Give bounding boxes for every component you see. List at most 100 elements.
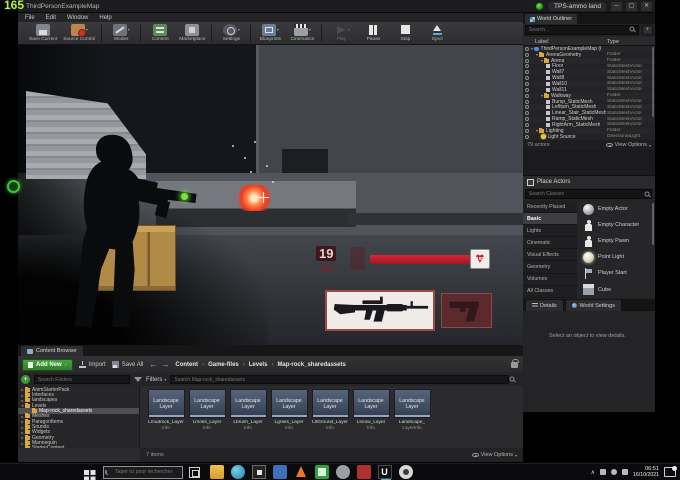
outliner-row[interactable]: Light Source DirectionalLight [523, 134, 655, 140]
source-control-button[interactable]: ▾ Source Control [63, 23, 95, 42]
paint-icon[interactable] [335, 465, 350, 479]
game-viewport[interactable]: 19 180 ♥ 100 [18, 45, 523, 345]
visibility-eye-icon[interactable] [525, 64, 529, 69]
store-icon[interactable] [251, 465, 266, 479]
lock-icon[interactable] [511, 358, 519, 368]
back-button[interactable]: ← [149, 360, 157, 369]
outliner-column-header[interactable]: Label Type [523, 37, 655, 46]
breadcrumb-segment[interactable]: Map-rock_sharedassets [277, 362, 345, 368]
save-current-button[interactable]: Save Current [29, 23, 57, 42]
epic-games-icon[interactable] [398, 465, 413, 480]
category-basic[interactable]: Basic [523, 213, 577, 226]
start-button[interactable] [84, 469, 89, 475]
asset-tile[interactable]: Landscape Layer Lgrass_Layer Info [269, 389, 309, 430]
battery-icon[interactable] [622, 469, 629, 475]
visibility-eye-icon[interactable] [525, 99, 529, 104]
category-recently-placed[interactable]: Recently Placed [523, 201, 577, 214]
expand-arrow-icon[interactable]: ▾ [541, 93, 543, 98]
volume-icon[interactable] [611, 469, 618, 475]
place-actors-header[interactable]: Place Actors [523, 175, 655, 188]
place-item-empty-character[interactable]: Empty Character [577, 217, 655, 233]
eject-button[interactable]: Eject [424, 23, 450, 42]
outliner-search-input[interactable] [525, 25, 639, 35]
place-item-cube[interactable]: Cube [577, 281, 655, 297]
visibility-eye-icon[interactable] [525, 122, 529, 127]
breadcrumb-segment[interactable]: Levels [249, 362, 268, 368]
visibility-eye-icon[interactable] [525, 111, 529, 116]
visibility-eye-icon[interactable] [525, 81, 529, 86]
network-icon[interactable] [600, 469, 607, 475]
action-center-icon[interactable] [664, 466, 677, 477]
folder-icon[interactable] [272, 465, 287, 479]
tab-world-settings[interactable]: World Settings [565, 300, 621, 311]
filter-funnel-icon[interactable] [134, 377, 142, 382]
visibility-eye-icon[interactable] [525, 87, 529, 92]
visibility-eye-icon[interactable] [525, 128, 529, 133]
visibility-eye-icon[interactable] [525, 117, 529, 122]
panel-splitter[interactable] [523, 150, 655, 175]
folder-search-input[interactable] [34, 375, 130, 384]
category-geometry[interactable]: Geometry [523, 261, 577, 274]
breadcrumb-segment[interactable]: Game-files [208, 362, 239, 368]
column-label[interactable]: Label [535, 39, 548, 45]
marketplace-button[interactable]: Marketplace [179, 23, 205, 42]
category-visual-effects[interactable]: Visual Effects [523, 249, 577, 262]
category-all-classes[interactable]: All Classes [523, 286, 577, 298]
menu-window[interactable]: Window [67, 15, 88, 21]
maximize-button[interactable]: ▢ [626, 1, 637, 11]
asset-tile[interactable]: Landscape Layer Lmudrock_Layer Info [146, 389, 186, 430]
place-item-point-light[interactable]: Point Light [577, 249, 655, 265]
taskbar-search-input[interactable] [103, 465, 183, 479]
menu-edit[interactable]: Edit [46, 15, 56, 21]
place-item-empty-actor[interactable]: Empty Actor [577, 201, 655, 217]
edge-icon[interactable] [230, 465, 245, 479]
filters-button[interactable]: Filters ▾ [146, 377, 166, 383]
office-icon[interactable] [314, 465, 329, 479]
visibility-eye-icon[interactable] [525, 46, 529, 51]
cb-view-options[interactable]: View Options ▾ [471, 452, 517, 458]
place-actors-scrollbar[interactable] [651, 203, 654, 245]
folder-startercontent[interactable]: ▸StarterContent [18, 445, 139, 448]
visibility-eye-icon[interactable] [525, 58, 529, 63]
save-all-button[interactable]: Save All [111, 361, 143, 368]
category-volumes[interactable]: Volumes [523, 274, 577, 286]
asset-tile[interactable]: Landscape Layer Lmoss_Layer Info [187, 389, 227, 430]
tab-world-outliner[interactable]: World Outliner [525, 14, 578, 24]
app-red-icon[interactable] [356, 465, 371, 479]
expand-arrow-icon[interactable]: ▾ [536, 128, 538, 133]
visibility-eye-icon[interactable] [525, 105, 529, 110]
menu-file[interactable]: File [25, 15, 35, 21]
visibility-eye-icon[interactable] [525, 134, 529, 139]
import-button[interactable]: Import [78, 361, 106, 368]
category-lights[interactable]: Lights [523, 225, 577, 238]
settings-button[interactable]: ▾ Settings [218, 23, 244, 42]
hidden-icons-caret[interactable]: ∧ [591, 469, 595, 476]
expand-arrow-icon[interactable]: ▾ [536, 52, 538, 57]
pause-button[interactable]: Pause [360, 23, 386, 42]
asset-search-input[interactable] [170, 375, 509, 384]
visibility-eye-icon[interactable] [525, 93, 529, 98]
blueprints-button[interactable]: ▾ Blueprints [257, 23, 283, 42]
asset-tile[interactable]: Landscape Layer Landscape_ LayerInfo [392, 389, 432, 430]
asset-tile[interactable]: Landscape Layer LltGround_Layer Info [310, 389, 350, 430]
visibility-eye-icon[interactable] [525, 76, 529, 81]
visibility-eye-icon[interactable] [525, 70, 529, 75]
column-type[interactable]: Type [607, 39, 619, 45]
forward-button[interactable]: → [161, 360, 169, 369]
asset-tile[interactable]: Landscape Layer Lbrush_Layer Info [228, 389, 268, 430]
unreal-engine-icon[interactable]: U [377, 465, 392, 480]
add-path-icon[interactable]: + [21, 375, 30, 384]
expand-arrow-icon[interactable]: ▾ [531, 46, 533, 51]
outliner-options-button[interactable]: + [642, 25, 653, 35]
close-button[interactable]: ✕ [641, 1, 652, 11]
menu-help[interactable]: Help [99, 15, 111, 21]
outliner-view-options[interactable]: View Options ▾ [605, 142, 651, 148]
tab-details[interactable]: Details [526, 300, 563, 311]
minimize-button[interactable]: ─ [611, 1, 622, 11]
cinematics-button[interactable]: ▾ Cinematics [289, 23, 315, 42]
taskbar-clock[interactable]: 06:51 16/10/2021 [633, 466, 659, 479]
expand-arrow-icon[interactable]: ▾ [541, 58, 543, 63]
modes-button[interactable]: ▾ Modes [108, 23, 134, 42]
stop-button[interactable]: Stop [392, 23, 418, 42]
visibility-eye-icon[interactable] [525, 52, 529, 57]
